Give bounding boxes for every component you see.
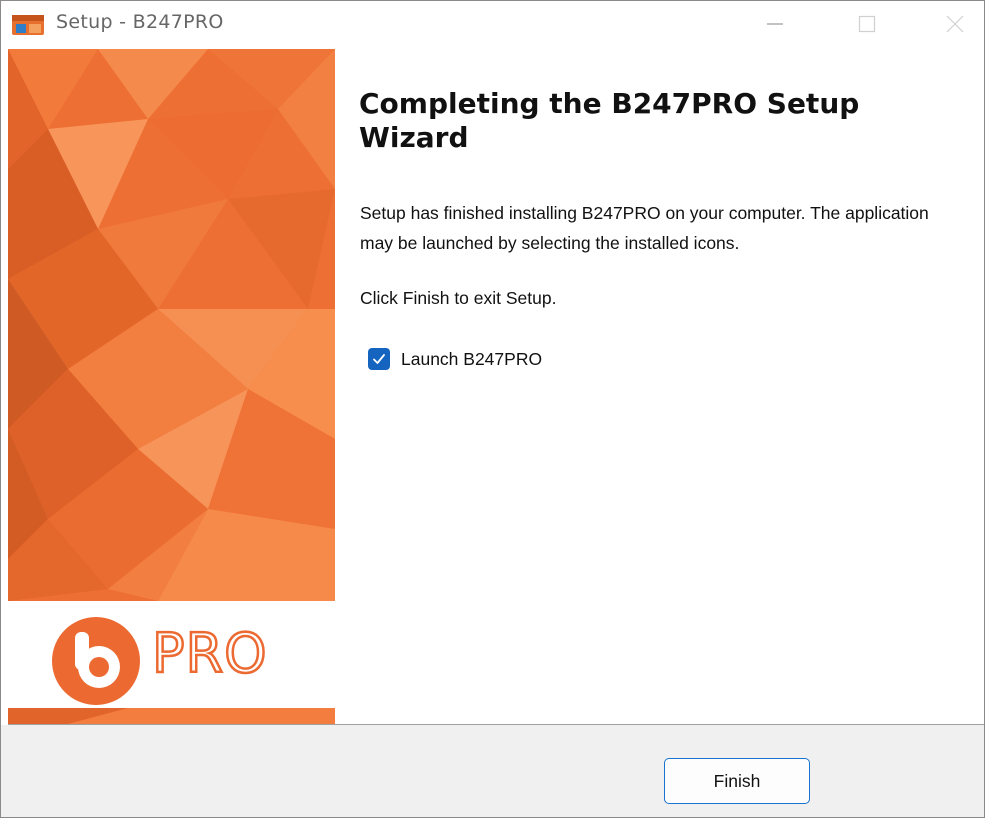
exit-instruction: Click Finish to exit Setup.: [360, 288, 557, 308]
wizard-banner: PRO: [8, 49, 335, 724]
installer-box-icon: [11, 13, 45, 37]
wizard-content: Completing the B247PRO Setup Wizard Setu…: [335, 49, 984, 724]
setup-window: Setup - B247PRO PRO Completing the B247P…: [0, 0, 985, 818]
launch-checkbox-label[interactable]: Launch B247PRO: [401, 349, 542, 370]
finished-message: Setup has finished installing B247PRO on…: [360, 203, 929, 253]
launch-checkbox[interactable]: [368, 348, 390, 370]
checkmark-icon: [373, 354, 385, 364]
logo-text: PRO: [151, 621, 268, 687]
page-heading: Completing the B247PRO Setup Wizard: [359, 87, 860, 154]
window-title: Setup - B247PRO: [56, 11, 224, 33]
logo-band: PRO: [8, 601, 335, 708]
close-button[interactable]: [932, 7, 978, 41]
minimize-button[interactable]: [752, 7, 798, 41]
maximize-button[interactable]: [844, 7, 890, 41]
close-icon: [946, 15, 964, 33]
b247-logo-icon: [52, 617, 140, 705]
button-bar: Finish: [1, 725, 984, 817]
maximize-icon: [858, 15, 876, 33]
title-bar: Setup - B247PRO: [1, 1, 984, 47]
finish-button[interactable]: Finish: [664, 758, 810, 804]
minimize-icon: [767, 23, 783, 25]
launch-option[interactable]: Launch B247PRO: [368, 347, 542, 371]
